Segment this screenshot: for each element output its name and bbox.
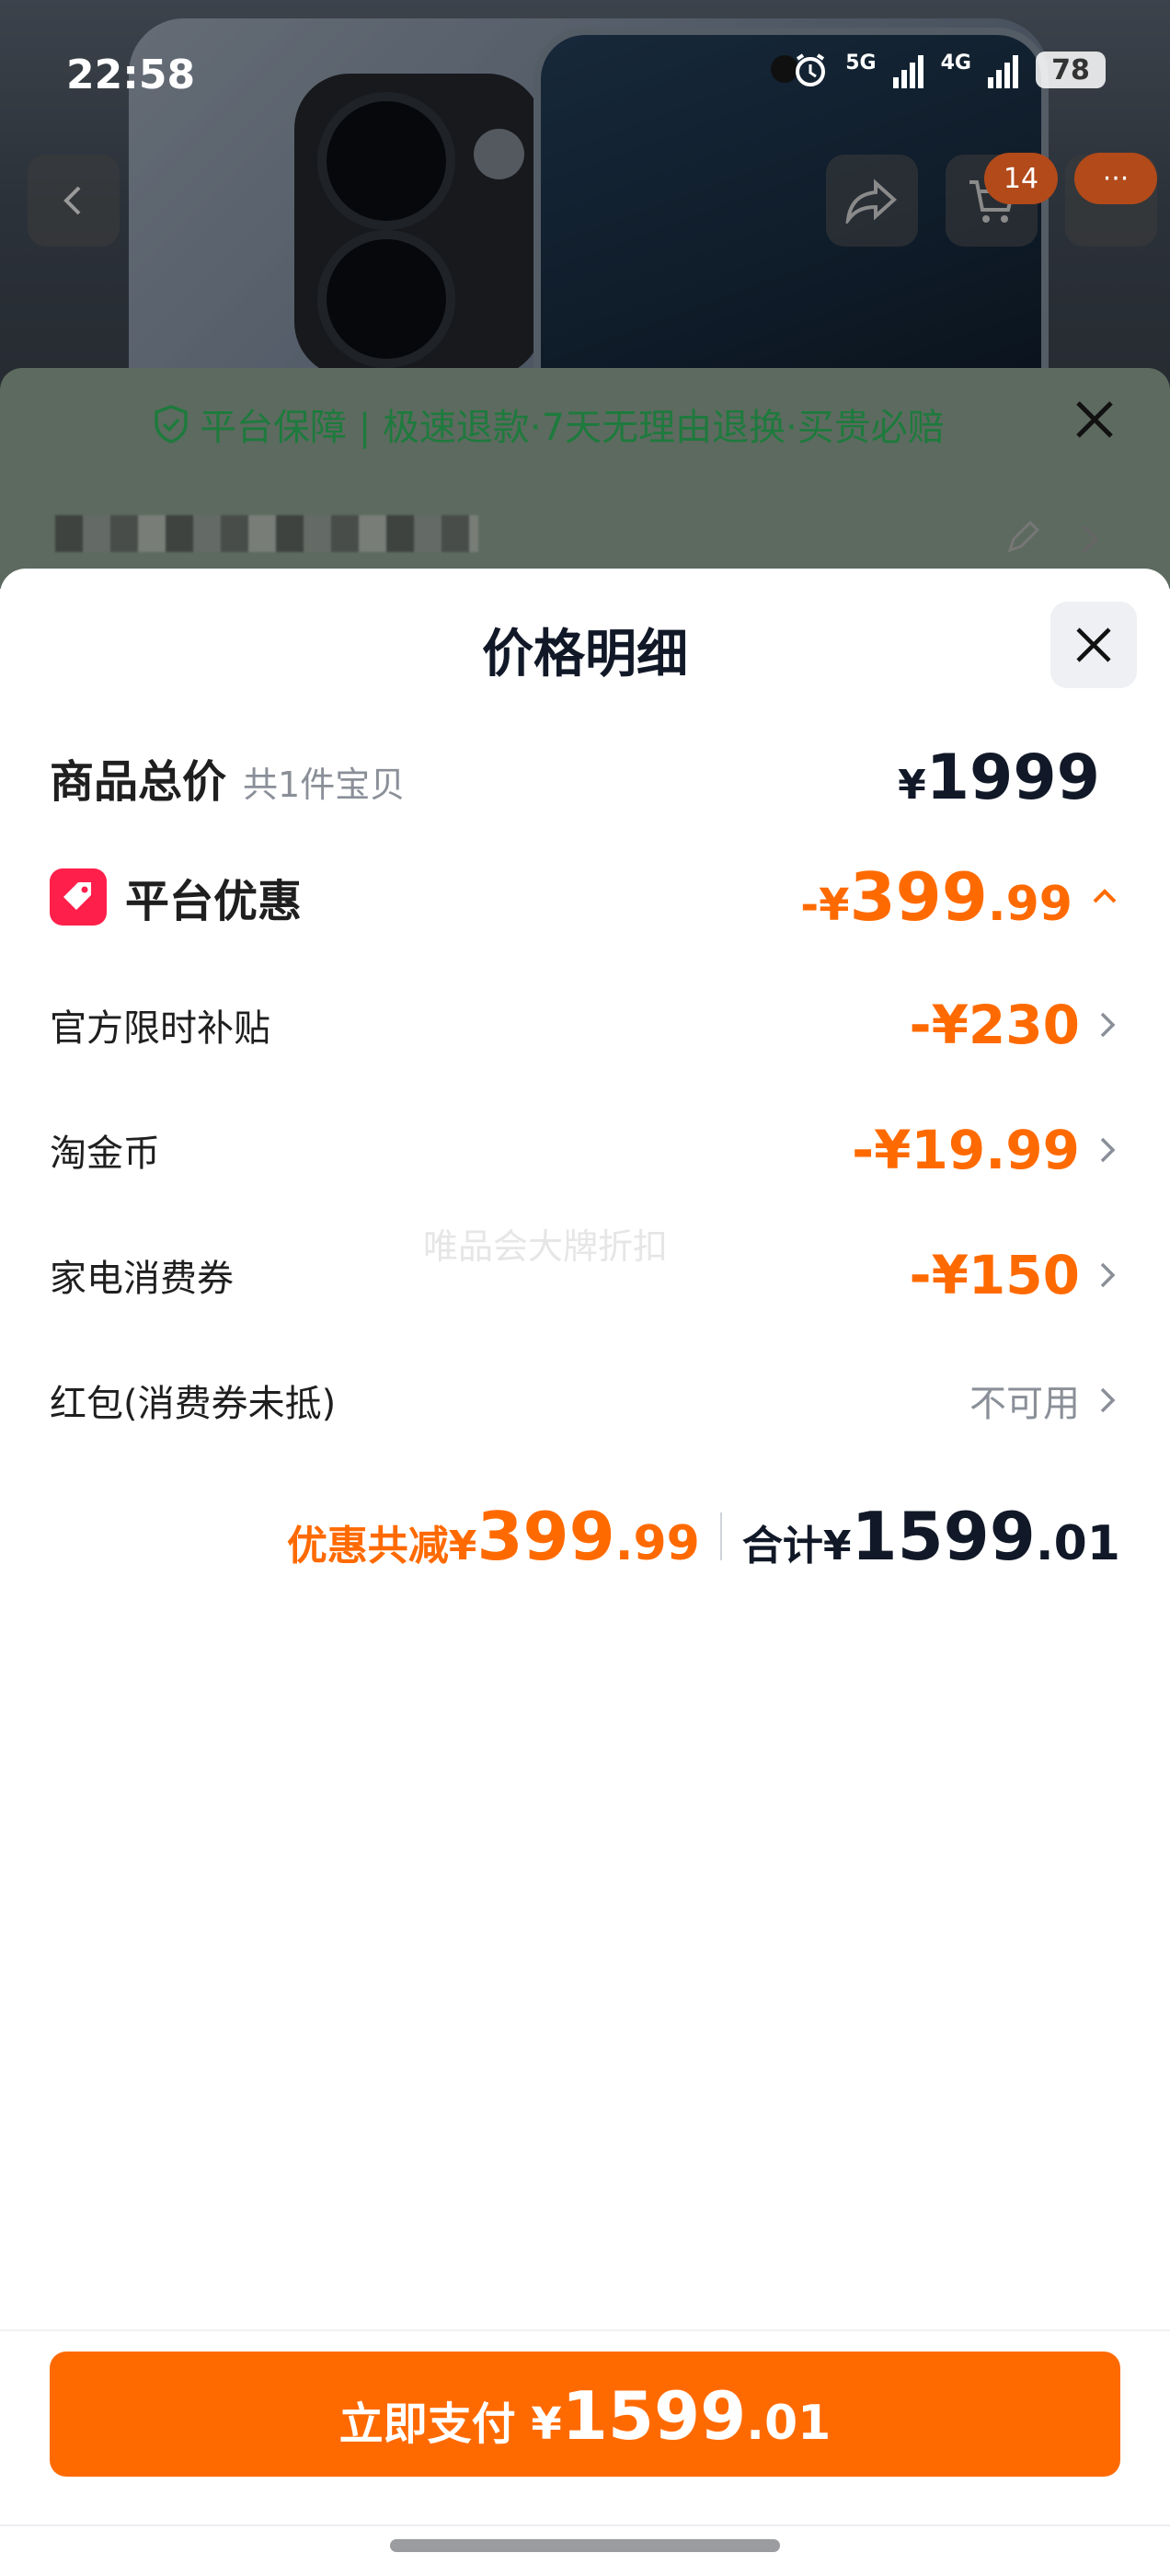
footer-divider	[0, 2329, 1170, 2331]
subsidy-label: 官方限时补贴	[50, 1007, 270, 1050]
back-icon	[63, 186, 81, 215]
grand-total: 合计¥1599.01	[741, 1498, 1120, 1575]
tag-icon	[50, 868, 107, 926]
subsidy-value: -¥230	[909, 994, 1081, 1056]
red-packet-row[interactable]: 红包(消费券未抵) 不可用	[50, 1354, 1120, 1446]
chevron-right-icon	[1100, 1137, 1116, 1163]
chevron-up-icon[interactable]	[1089, 881, 1120, 913]
pay-now-button[interactable]: 立即支付 ¥1599.01	[50, 2352, 1120, 2477]
status-time: 22:58	[66, 52, 196, 98]
discount-summary: 优惠共减¥399.99	[286, 1498, 700, 1575]
product-total-label: 商品总价	[50, 756, 227, 808]
signal-icon	[988, 52, 1019, 88]
chevron-right-icon	[1100, 1262, 1116, 1288]
more-badge: ···	[1074, 153, 1157, 204]
platform-discount-row[interactable]: 平台优惠 -¥399.99	[50, 846, 1120, 948]
home-indicator[interactable]	[390, 2539, 780, 2552]
subsidy-row[interactable]: 官方限时补贴 -¥230	[50, 979, 1120, 1071]
red-packet-status: 不可用	[969, 1383, 1080, 1425]
sheet-title: 价格明细	[482, 625, 688, 684]
guarantee-text: 平台保障 | 极速退款·7天无理由退换·买贵必赔	[200, 407, 945, 449]
bottom-divider	[0, 2524, 1170, 2526]
platform-discount-value: -¥399.99	[800, 858, 1072, 936]
guarantee-row: 平台保障 | 极速退款·7天无理由退换·买贵必赔	[152, 397, 945, 451]
red-packet-label: 红包(消费券未抵)	[50, 1383, 337, 1425]
alarm-icon	[792, 52, 829, 88]
share-button[interactable]	[826, 155, 918, 247]
battery-icon: 78	[1036, 52, 1106, 88]
coins-value: -¥19.99	[852, 1119, 1080, 1181]
summary-divider	[719, 1512, 722, 1560]
close-icon	[1076, 401, 1113, 438]
network-label-5g: 5G	[845, 52, 877, 75]
close-icon	[1076, 627, 1111, 662]
shield-check-icon	[152, 404, 190, 444]
status-icons: 5G 4G 78	[792, 52, 1106, 88]
coins-row[interactable]: 淘金币 -¥19.99	[50, 1104, 1120, 1196]
back-button[interactable]	[28, 155, 120, 247]
network-label-4g: 4G	[940, 52, 971, 75]
guarantee-banner: 平台保障 | 极速退款·7天无理由退换·买贵必赔	[0, 368, 1170, 589]
edit-icon[interactable]	[1003, 517, 1043, 561]
appliance-coupon-label: 家电消费券	[50, 1258, 234, 1300]
appliance-coupon-value: -¥150	[909, 1244, 1081, 1306]
chevron-right-icon[interactable]	[1076, 521, 1104, 561]
guarantee-close-button[interactable]	[1069, 394, 1120, 449]
product-total-price: ¥1999	[898, 741, 1100, 814]
platform-discount-label: 平台优惠	[125, 876, 303, 927]
chevron-right-icon	[1100, 1012, 1116, 1038]
price-summary: 优惠共减¥399.99 合计¥1599.01	[287, 1498, 1120, 1575]
status-bar: 22:58 5G 4G 78	[0, 0, 1170, 129]
sheet-close-button[interactable]	[1050, 602, 1137, 688]
cart-badge: 14	[984, 153, 1058, 204]
chevron-right-icon	[1100, 1387, 1116, 1413]
share-icon	[845, 178, 897, 224]
blurred-product-title	[55, 515, 478, 552]
item-count: 共1件宝贝	[243, 765, 406, 805]
coins-label: 淘金币	[50, 1133, 160, 1175]
signal-icon	[892, 52, 924, 88]
product-total-row: 商品总价 共1件宝贝 ¥1999	[50, 727, 1120, 828]
watermark: 唯品会大牌折扣	[423, 1226, 669, 1267]
